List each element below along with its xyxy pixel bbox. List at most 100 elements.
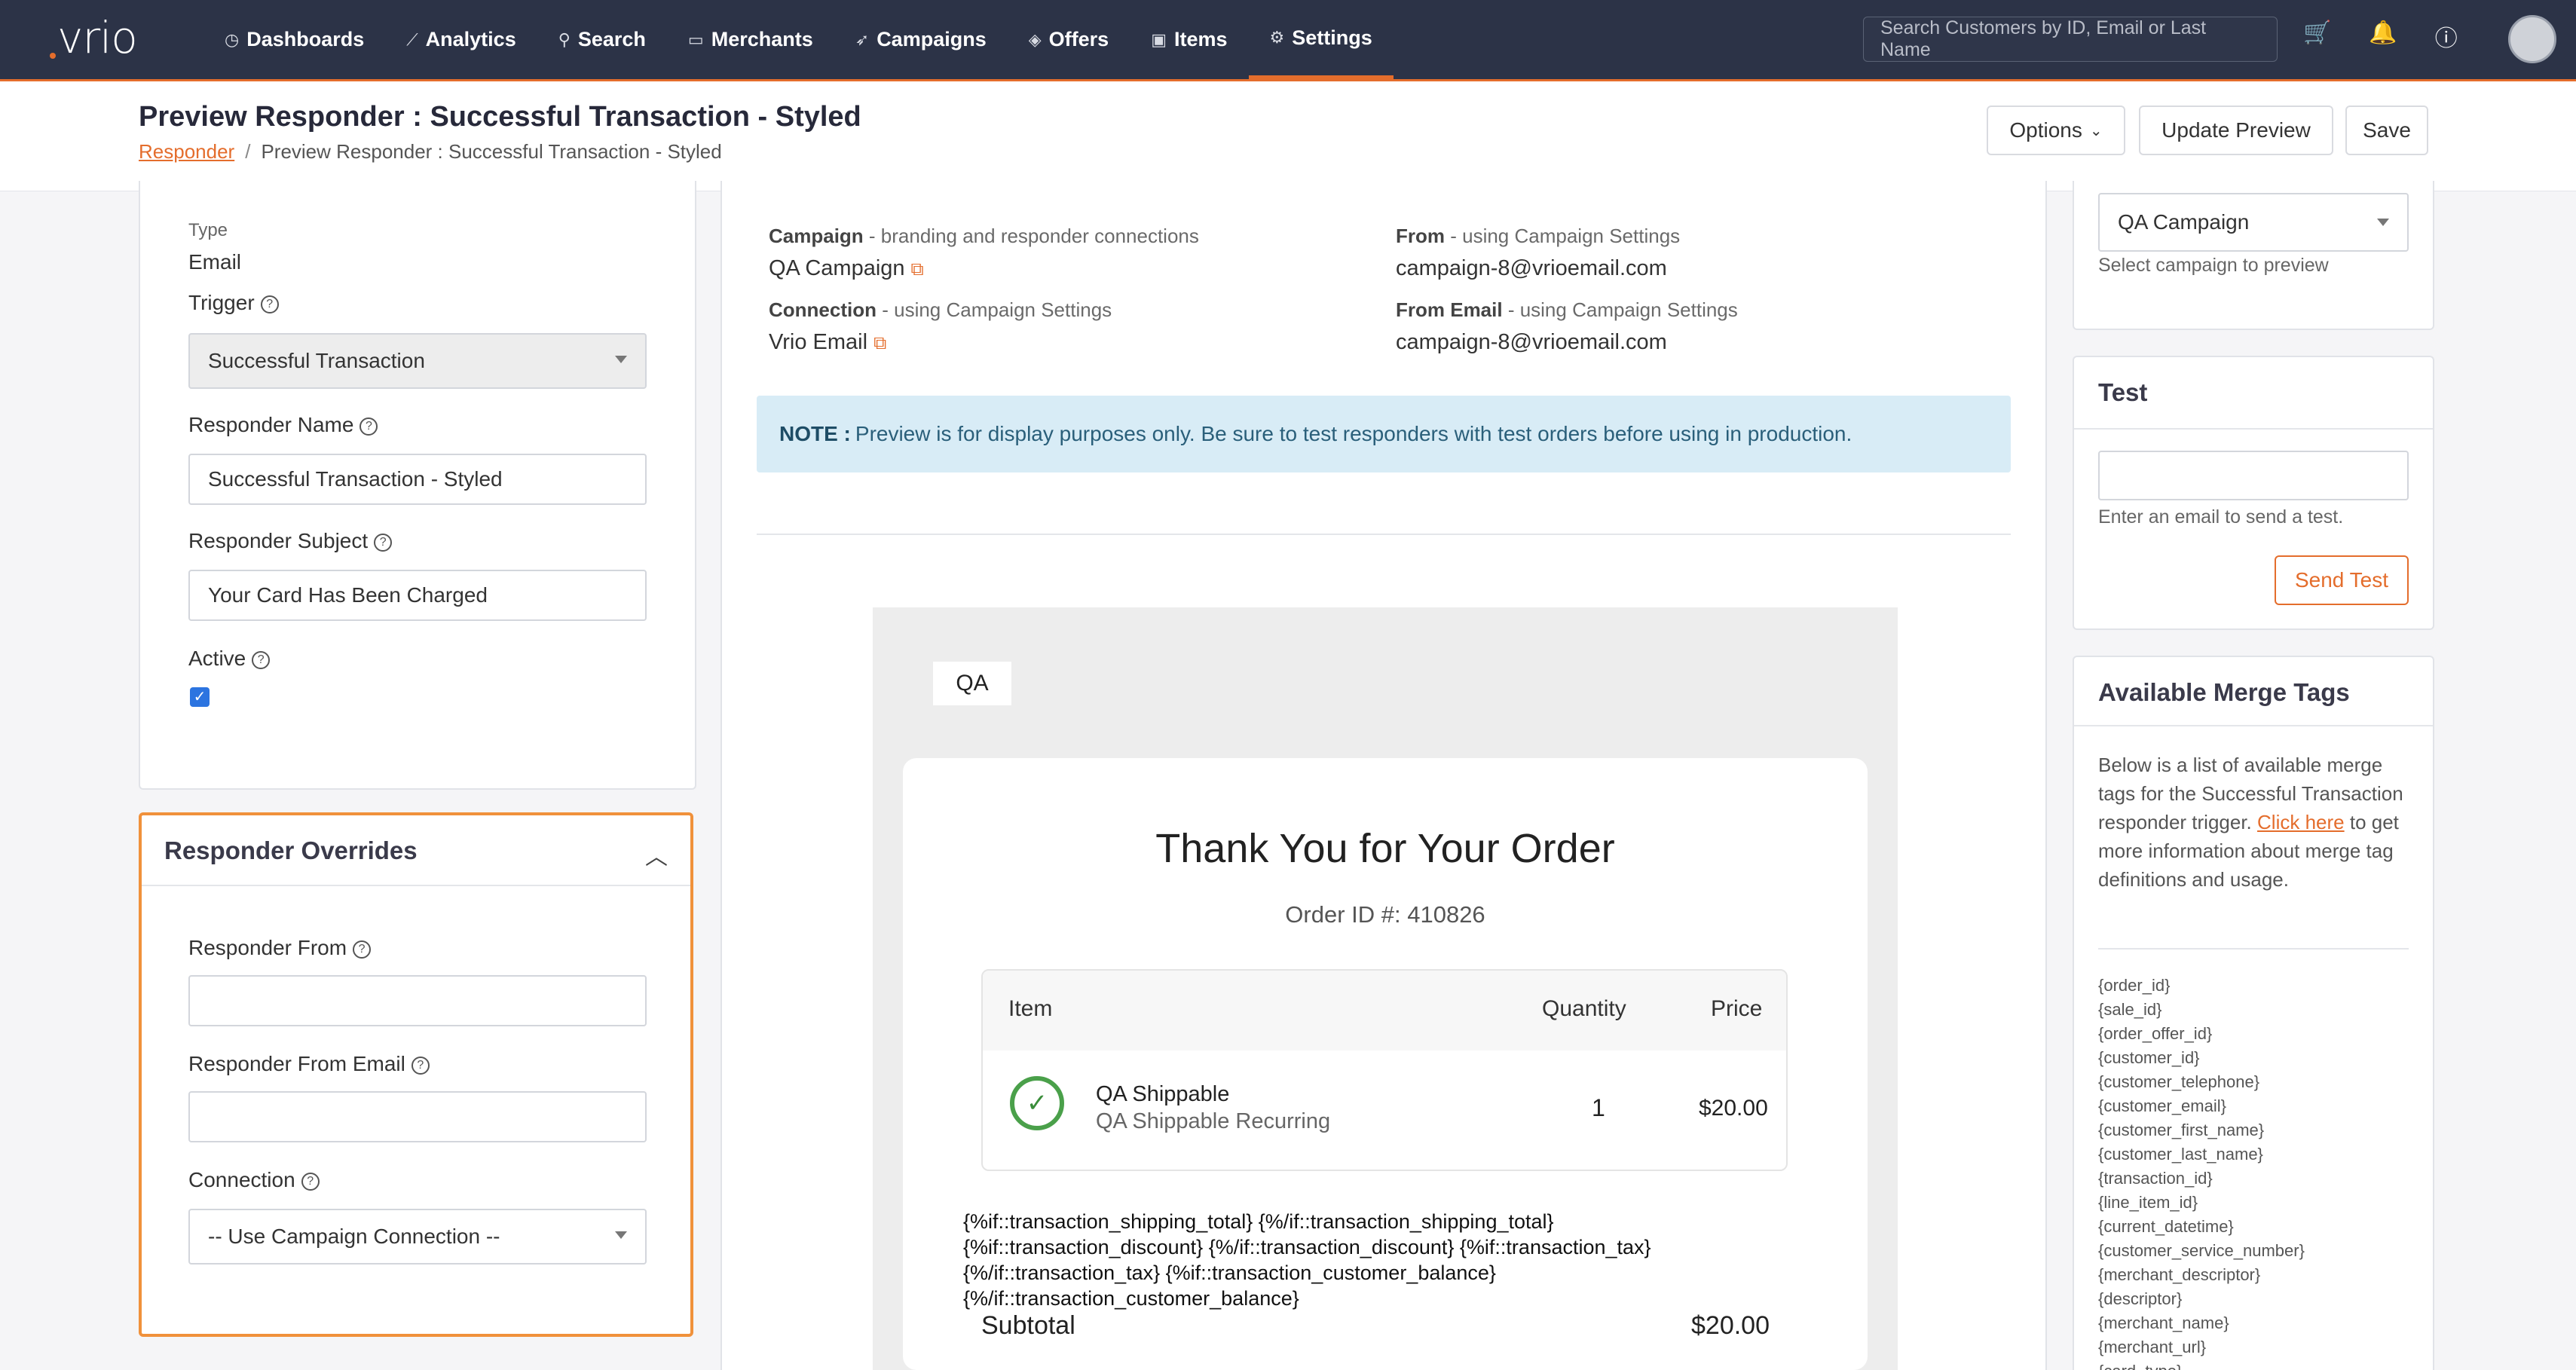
nav-offers[interactable]: ◈ Offers (1008, 0, 1130, 79)
chevron-down-icon (2377, 219, 2389, 226)
card-icon: ▭ (687, 29, 704, 49)
merge-tag-list: {order_id} {sale_id} {order_offer_id} {c… (2098, 974, 2305, 1370)
note-label: NOTE : (779, 422, 851, 445)
connection-label-text: Connection (769, 298, 877, 321)
vrio-logo[interactable]: vrio (50, 12, 138, 63)
trigger-select[interactable]: Successful Transaction (188, 333, 647, 389)
merge-tags-description: Below is a list of available merge tags … (2098, 751, 2415, 894)
connection-label: Connection? (188, 1168, 320, 1192)
campaign-value: QA Campaign ⧉ (769, 256, 924, 281)
responder-from-email-input[interactable] (188, 1091, 647, 1142)
merge-tag: {line_item_id} (2098, 1193, 2198, 1212)
external-link-icon[interactable]: ⧉ (873, 333, 886, 353)
connection-label-desc: - using Campaign Settings (877, 298, 1112, 321)
merge-tag: {current_datetime} (2098, 1217, 2234, 1236)
divider (142, 885, 690, 886)
cart-icon[interactable]: 🛒 (2303, 20, 2331, 53)
nav-dashboards[interactable]: ◷ Dashboards (203, 0, 385, 79)
nav-label: Merchants (711, 28, 813, 50)
page-header: Preview Responder : Successful Transacti… (0, 81, 2576, 191)
nav-analytics[interactable]: ⟋ Analytics (385, 0, 537, 79)
campaign-label-desc: - branding and responder connections (863, 225, 1199, 247)
responder-from-label: Responder From? (188, 936, 372, 960)
breadcrumb-separator: / (245, 140, 251, 163)
merge-tag: {customer_last_name} (2098, 1145, 2263, 1164)
from-label-desc: - using Campaign Settings (1445, 225, 1681, 247)
bell-icon[interactable]: 🔔 (2369, 20, 2397, 53)
help-icon[interactable]: ? (252, 650, 271, 669)
merge-tag: {transaction_id} (2098, 1169, 2213, 1188)
overrides-title: Responder Overrides (164, 836, 418, 864)
chart-icon: ⟋ (406, 29, 418, 49)
help-icon[interactable]: ? (359, 417, 378, 436)
connection-select[interactable]: -- Use Campaign Connection -- (188, 1209, 647, 1264)
responder-from-input[interactable] (188, 975, 647, 1026)
page-title: Preview Responder : Successful Transacti… (139, 101, 861, 133)
update-preview-button[interactable]: Update Preview (2139, 106, 2333, 155)
divider (2074, 428, 2433, 430)
chevron-down-icon: ⌄ (2089, 122, 2103, 139)
avatar[interactable] (2508, 15, 2556, 63)
nav-search[interactable]: ⚲ Search (537, 0, 667, 79)
chevron-down-icon (615, 1231, 627, 1239)
merge-tag: {customer_email} (2098, 1096, 2226, 1115)
nav-items[interactable]: ▣ Items (1130, 0, 1248, 79)
help-icon[interactable]: ⓘ (2435, 20, 2458, 53)
merge-tag: {customer_first_name} (2098, 1121, 2265, 1139)
merge-tag-line: {%if::transaction_shipping_total} {%/if:… (963, 1210, 1554, 1233)
nav-label: Analytics (425, 28, 516, 50)
nav-settings[interactable]: ⚙ Settings (1248, 0, 1394, 79)
campaign-select-help: Select campaign to preview (2098, 255, 2329, 276)
merge-tag: {sale_id} (2098, 1000, 2162, 1019)
main-nav: ◷ Dashboards ⟋ Analytics ⚲ Search ▭ Merchant… (203, 0, 1394, 79)
merge-tag: {card_type} (2098, 1359, 2305, 1370)
from-email-label-text: From Email (1396, 298, 1503, 321)
help-icon[interactable]: ? (374, 533, 393, 552)
send-test-button[interactable]: Send Test (2275, 555, 2409, 605)
customer-search-input[interactable]: Search Customers by ID, Email or Last Na… (1863, 17, 2278, 62)
box-icon: ▣ (1151, 29, 1167, 49)
email-heading: Thank You for Your Order (1155, 826, 1615, 871)
chevron-up-icon[interactable]: ︿ (645, 838, 668, 871)
column-header-item: Item (1008, 996, 1053, 1021)
responder-from-label-text: Responder From (188, 936, 347, 959)
options-button[interactable]: Options ⌄ (1987, 106, 2125, 155)
campaign-label-text: Campaign (769, 225, 864, 247)
merge-tag: {merchant_url} (2098, 1338, 2207, 1356)
trigger-value: Successful Transaction (208, 349, 425, 372)
responder-name-input[interactable]: Successful Transaction - Styled (188, 454, 647, 505)
chevron-down-icon (615, 356, 627, 363)
campaign-select-value: QA Campaign (2118, 210, 2250, 234)
merge-tag: {merchant_descriptor} (2098, 1265, 2261, 1284)
from-info-label: From - using Campaign Settings (1396, 225, 1680, 248)
test-email-help: Enter an email to send a test. (2098, 506, 2344, 528)
save-button[interactable]: Save (2345, 106, 2428, 155)
nav-merchants[interactable]: ▭ Merchants (667, 0, 834, 79)
merge-tag: {customer_service_number} (2098, 1241, 2305, 1260)
merge-tag: {order_offer_id} (2098, 1024, 2213, 1043)
help-icon[interactable]: ? (353, 940, 372, 959)
merge-tags-help-link[interactable]: Click here (2257, 811, 2345, 833)
help-icon[interactable]: ? (301, 1172, 320, 1191)
nav-campaigns[interactable]: ➶ Campaigns (834, 0, 1008, 79)
breadcrumb-link-responder[interactable]: Responder (139, 140, 234, 163)
merge-tag: {customer_telephone} (2098, 1072, 2260, 1091)
type-label: Type (188, 220, 228, 240)
connection-label-text: Connection (188, 1168, 295, 1191)
campaign-value-text[interactable]: QA Campaign (769, 256, 905, 280)
responder-subject-input[interactable]: Your Card Has Been Charged (188, 570, 647, 621)
connection-value-text[interactable]: Vrio Email (769, 330, 867, 354)
product-price: $20.00 (1699, 1096, 1768, 1121)
active-checkbox[interactable]: ✓ (190, 687, 210, 707)
help-icon[interactable]: ? (260, 295, 279, 313)
external-link-icon[interactable]: ⧉ (911, 259, 924, 280)
merge-tag: {merchant_name} (2098, 1313, 2229, 1332)
note-text: Preview is for display purposes only. Be… (855, 422, 1852, 445)
gear-icon: ⚙ (1269, 28, 1285, 47)
connection-info-label: Connection - using Campaign Settings (769, 298, 1112, 322)
nav-label: Search (577, 28, 646, 50)
campaign-select[interactable]: QA Campaign (2098, 193, 2409, 252)
test-email-input[interactable] (2098, 451, 2409, 500)
top-navbar: vrio ◷ Dashboards ⟋ Analytics ⚲ Search ▭ Mer… (0, 0, 2576, 81)
help-icon[interactable]: ? (411, 1056, 430, 1075)
